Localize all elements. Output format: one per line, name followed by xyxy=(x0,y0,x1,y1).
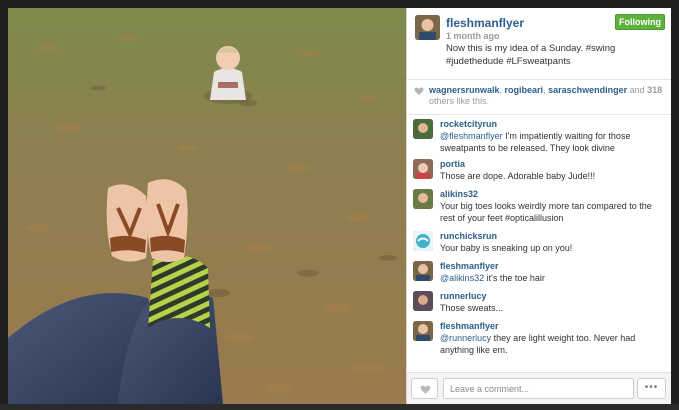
commenter-username[interactable]: runnerlucy xyxy=(440,287,665,302)
comment-item: alikins32 Your big toes looks weirdly mo… xyxy=(407,185,671,227)
comment-mention[interactable]: @runnerlucy xyxy=(440,333,491,343)
commenter-avatar[interactable] xyxy=(413,189,433,209)
more-dots-icon: ••• xyxy=(644,382,659,393)
comment-item: runchicksrun Your baby is sneaking up on… xyxy=(407,227,671,257)
owner-avatar[interactable] xyxy=(415,15,440,40)
comment-text: @runnerlucy they are light weight too. N… xyxy=(440,332,665,356)
liker-username[interactable]: saraschwendinger xyxy=(548,85,627,95)
post-timestamp[interactable]: 1 month ago xyxy=(446,31,500,41)
post-header: fleshmanflyer 1 month ago Following Now … xyxy=(407,8,671,80)
post-details-panel: fleshmanflyer 1 month ago Following Now … xyxy=(406,8,671,404)
commenter-username[interactable]: fleshmanflyer xyxy=(440,317,665,332)
like-button[interactable] xyxy=(411,378,438,399)
post-caption: Now this is my idea of a Sunday. #swing … xyxy=(446,43,616,67)
comment-item: runnerlucy Those sweats... xyxy=(407,287,671,317)
comment-text: Those are dope. Adorable baby Jude!!! xyxy=(440,171,596,181)
comment-text: Those sweats... xyxy=(440,303,504,313)
comment-input[interactable] xyxy=(443,378,634,399)
likes-and-text: and xyxy=(627,85,648,95)
owner-username[interactable]: fleshmanflyer xyxy=(446,16,524,30)
comment-item: fleshmanflyer @runnerlucy they are light… xyxy=(407,317,671,359)
heart-icon xyxy=(420,385,431,394)
commenter-avatar[interactable] xyxy=(413,321,433,341)
more-options-button[interactable]: ••• xyxy=(637,378,666,399)
likes-suffix: others like this. xyxy=(429,96,490,106)
commenter-username[interactable]: portia xyxy=(440,155,665,170)
comment-text: @alikins32 it's the toe hair xyxy=(440,272,665,284)
comment-text: Your big toes looks weirdly more tan com… xyxy=(440,201,652,223)
likes-count[interactable]: 318 xyxy=(647,85,662,95)
photo-viewer-modal: fleshmanflyer 1 month ago Following Now … xyxy=(0,0,679,410)
commenter-username[interactable]: alikins32 xyxy=(440,185,665,200)
comment-item: fleshmanflyer @alikins32 it's the toe ha… xyxy=(407,257,671,287)
commenter-username[interactable]: fleshmanflyer xyxy=(440,257,665,272)
photo-image xyxy=(8,8,406,404)
commenter-username[interactable]: runchicksrun xyxy=(440,227,665,242)
commenter-avatar[interactable] xyxy=(413,159,433,179)
comment-text: @fleshmanflyer I'm impatiently waiting f… xyxy=(440,130,665,154)
comment-text: Your baby is sneaking up on you! xyxy=(440,243,573,253)
comment-item: portia Those are dope. Adorable baby Jud… xyxy=(407,155,671,185)
comment-body: it's the toe hair xyxy=(484,273,545,283)
background-thumbnail-strip xyxy=(0,404,679,410)
comment-mention[interactable]: @fleshmanflyer xyxy=(440,131,503,141)
commenter-avatar[interactable] xyxy=(413,119,433,139)
comment-compose-bar: ••• xyxy=(407,372,671,404)
post-photo[interactable] xyxy=(8,8,406,404)
heart-icon xyxy=(414,87,424,95)
comments-list[interactable]: rocketcityrun @fleshmanflyer I'm impatie… xyxy=(407,115,671,370)
commenter-username[interactable]: rocketcityrun xyxy=(440,115,665,130)
following-button[interactable]: Following xyxy=(615,14,665,30)
comment-mention[interactable]: @alikins32 xyxy=(440,273,484,283)
commenter-avatar[interactable] xyxy=(413,291,433,311)
commenter-avatar[interactable] xyxy=(413,231,433,251)
commenter-avatar[interactable] xyxy=(413,261,433,281)
liker-username[interactable]: wagnersrunwalk xyxy=(429,85,500,95)
likes-summary: wagnersrunwalk, rogibeari, saraschwendin… xyxy=(407,80,671,115)
liker-username[interactable]: rogibeari xyxy=(505,85,544,95)
comment-item: rocketcityrun @fleshmanflyer I'm impatie… xyxy=(407,115,671,155)
